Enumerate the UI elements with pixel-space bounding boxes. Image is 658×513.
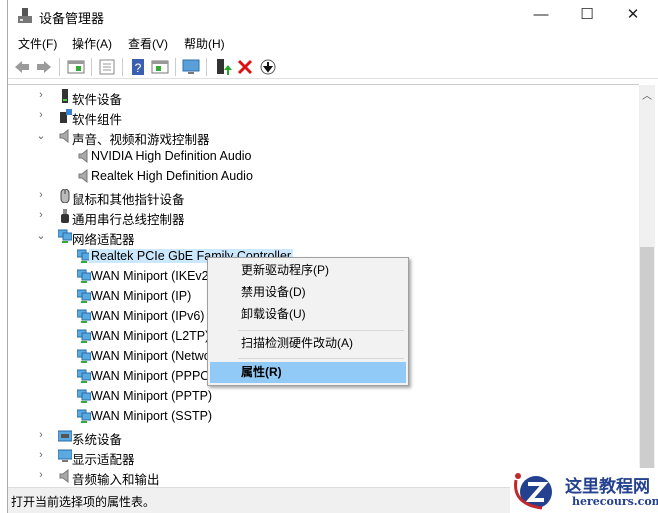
tree-item[interactable]: WAN Miniport (PPTP) [8, 386, 628, 406]
network-icon [77, 289, 91, 303]
menu-view[interactable]: 查看(V) [128, 35, 168, 52]
uninstall-icon[interactable] [236, 58, 254, 76]
collapse-arrow-icon[interactable]: ⌄ [35, 129, 47, 142]
toolbar-separator [59, 58, 60, 76]
network-icon [77, 349, 91, 363]
forward-icon[interactable] [35, 58, 53, 76]
tree-item-label: WAN Miniport (IP) [91, 289, 192, 303]
tree-item-label: WAN Miniport (PPTP) [91, 389, 213, 403]
toolbar: ? [8, 55, 658, 79]
update-driver-icon[interactable] [214, 58, 232, 76]
network-icon [77, 369, 91, 383]
toolbar-separator [122, 58, 123, 76]
expand-arrow-icon[interactable]: › [35, 449, 47, 461]
expand-arrow-icon[interactable]: › [35, 89, 47, 101]
title-bar: 设备管理器 — ☐ ✕ [8, 0, 658, 32]
properties-icon[interactable] [98, 58, 116, 76]
speaker-icon [78, 149, 88, 163]
tree-item[interactable]: Realtek High Definition Audio [8, 166, 628, 186]
tree-item-label: WAN Miniport (IPv6) [91, 309, 205, 323]
expand-arrow-icon[interactable]: › [35, 469, 47, 481]
network-icon [77, 329, 91, 343]
usb-icon [61, 209, 69, 223]
tree-item-label: WAN Miniport (L2TP) [91, 329, 210, 343]
minimize-button[interactable]: — [518, 0, 564, 30]
tree-item[interactable]: NVIDIA High Definition Audio [8, 146, 628, 166]
expand-arrow-icon[interactable]: › [35, 429, 47, 441]
tree-item-label: WAN Miniport (IKEv2) [91, 269, 213, 283]
toolbar-separator [206, 58, 207, 76]
system-icon [58, 430, 72, 442]
menu-file[interactable]: 文件(F) [18, 35, 57, 52]
scan-hardware-icon[interactable] [182, 58, 200, 76]
tree-item[interactable]: › 软件设备 [8, 86, 628, 107]
network-icon [58, 229, 72, 243]
network-icon [77, 269, 91, 283]
watermark-logo [514, 473, 552, 510]
context-menu: 更新驱动程序(P) 禁用设备(D) 卸载设备(U) 扫描检测硬件改动(A) 属性… [207, 257, 409, 386]
toolbar-separator [91, 58, 92, 76]
menu-separator [238, 358, 404, 359]
tree-item-label: Realtek High Definition Audio [91, 169, 253, 183]
menu-item-uninstall-device[interactable]: 卸载设备(U) [210, 304, 406, 325]
tree-item-label: NVIDIA High Definition Audio [91, 149, 252, 163]
tree-item-label: WAN Miniport (PPPOE) [91, 369, 223, 383]
menu-item-update-driver[interactable]: 更新驱动程序(P) [210, 260, 406, 281]
menu-item-disable-device[interactable]: 禁用设备(D) [210, 282, 406, 303]
close-button[interactable]: ✕ [610, 0, 656, 30]
tree-item-label: 音频输入和输出 [72, 473, 160, 487]
watermark: 这里教程网 herecours.com [510, 468, 658, 513]
software-component-icon [60, 109, 72, 123]
vertical-scrollbar[interactable]: ︿ [639, 85, 655, 487]
tree-item[interactable]: › 软件组件 [8, 106, 628, 127]
tree-item[interactable]: › 显示适配器 [8, 446, 628, 467]
speaker-icon [59, 129, 69, 143]
tree-item[interactable]: › 鼠标和其他指针设备 [8, 186, 628, 207]
tree-item[interactable]: ⌄ 网络适配器 [8, 226, 628, 247]
speaker-icon [59, 469, 69, 483]
speaker-icon [78, 169, 88, 183]
window-title: 设备管理器 [39, 11, 105, 26]
status-text: 打开当前选择项的属性表。 [11, 495, 156, 509]
help-icon[interactable]: ? [129, 58, 147, 76]
svg-text:?: ? [135, 61, 142, 75]
software-device-icon [62, 89, 68, 103]
back-icon[interactable] [13, 58, 31, 76]
tree-item[interactable]: › 系统设备 [8, 426, 628, 447]
device-manager-icon [18, 8, 32, 23]
tree-item[interactable]: WAN Miniport (SSTP) [8, 406, 628, 426]
show-hide-console-tree-icon[interactable] [67, 58, 85, 76]
toolbar-separator [175, 58, 176, 76]
collapse-arrow-icon[interactable]: ⌄ [35, 229, 47, 242]
expand-arrow-icon[interactable]: › [35, 209, 47, 221]
menu-item-scan-hardware[interactable]: 扫描检测硬件改动(A) [210, 333, 406, 354]
watermark-url: herecours.com [572, 495, 658, 508]
tree-item[interactable]: › 通用串行总线控制器 [8, 206, 628, 227]
scroll-up-icon[interactable]: ︿ [642, 87, 652, 102]
tree-item-label: WAN Miniport (SSTP) [91, 409, 213, 423]
menu-item-properties[interactable]: 属性(R) [210, 362, 406, 383]
disable-icon[interactable] [259, 58, 277, 76]
action-pane-icon[interactable] [151, 58, 169, 76]
maximize-button[interactable]: ☐ [564, 0, 610, 30]
network-icon [77, 409, 91, 423]
menu-help[interactable]: 帮助(H) [184, 35, 225, 52]
menu-bar: 文件(F) 操作(A) 查看(V) 帮助(H) [8, 33, 658, 53]
watermark-name: 这里教程网 [565, 477, 650, 497]
mouse-icon [60, 189, 70, 203]
display-icon [58, 449, 72, 462]
expand-arrow-icon[interactable]: › [35, 109, 47, 121]
expand-arrow-icon[interactable]: › [35, 189, 47, 201]
menu-separator [238, 330, 404, 331]
tree-item[interactable]: ⌄ 声音、视频和游戏控制器 [8, 126, 628, 147]
menu-action[interactable]: 操作(A) [72, 35, 112, 52]
network-icon [77, 389, 91, 403]
network-icon [77, 309, 91, 323]
scrollbar-thumb[interactable] [640, 247, 654, 470]
